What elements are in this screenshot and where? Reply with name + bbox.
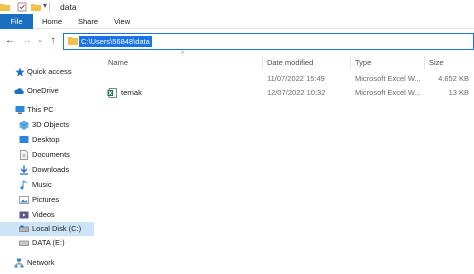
tab-share[interactable]: Share — [72, 14, 104, 29]
sidebar-item-onedrive[interactable]: OneDrive — [0, 84, 100, 98]
sidebar-item-network[interactable]: Network — [0, 256, 100, 270]
customize-toolbar-dropdown[interactable]: ▾ — [43, 1, 47, 10]
title-bar: ▾ data — [0, 0, 474, 14]
download-icon — [20, 165, 28, 175]
column-divider[interactable] — [350, 56, 351, 70]
drive-icon — [19, 225, 29, 232]
computer-icon — [15, 106, 25, 114]
cube-icon — [19, 120, 29, 130]
sidebar-item-label: Network — [27, 258, 55, 267]
sort-ascending-icon: ^ — [181, 51, 185, 58]
desktop-icon — [19, 136, 29, 143]
address-bar[interactable]: C:\Users\56848\data — [63, 33, 474, 50]
sidebar-item-label: This PC — [27, 105, 54, 114]
network-icon — [14, 258, 24, 268]
tab-view[interactable]: View — [108, 14, 136, 29]
sidebar-item-this-pc[interactable]: This PC — [0, 103, 100, 117]
sidebar-item-music[interactable]: Music — [0, 178, 100, 192]
forward-arrow-icon[interactable]: → — [21, 34, 33, 48]
sidebar-item-label: Music — [32, 180, 52, 189]
address-path[interactable]: C:\Users\56848\data — [79, 36, 152, 47]
cloud-icon — [14, 88, 24, 94]
pictures-icon — [19, 196, 29, 204]
sidebar-item-documents[interactable]: Documents — [0, 148, 100, 162]
star-icon — [15, 67, 25, 77]
sidebar-item-label: Quick access — [27, 67, 72, 76]
up-arrow-icon[interactable]: ↑ — [47, 34, 59, 48]
sidebar-item-data-e[interactable]: DATA (E:) — [0, 236, 100, 250]
sidebar-item-quick-access[interactable]: Quick access — [0, 65, 100, 79]
folder-icon — [0, 4, 10, 11]
properties-icon[interactable] — [17, 2, 27, 12]
recent-locations-icon[interactable]: ⌄ — [34, 34, 46, 48]
ribbon-tabs: File Home Share View — [0, 14, 474, 29]
column-divider[interactable] — [262, 56, 263, 70]
drive-icon — [19, 240, 29, 246]
tab-home[interactable]: Home — [36, 14, 68, 29]
column-header-name[interactable]: Name — [108, 54, 128, 72]
documents-icon — [20, 150, 28, 160]
back-arrow-icon[interactable]: ← — [4, 34, 16, 48]
sidebar-item-label: Downloads — [32, 165, 70, 174]
sidebar-item-3d-objects[interactable]: 3D Objects — [0, 118, 100, 132]
file-date-modified: 11/07/2022 15:49 — [267, 74, 325, 83]
folder-icon — [68, 37, 78, 45]
sidebar-item-label: Pictures — [32, 195, 60, 204]
sidebar-item-desktop[interactable]: Desktop — [0, 133, 100, 147]
videos-icon — [19, 211, 29, 219]
sidebar-item-pictures[interactable]: Pictures — [0, 193, 100, 207]
sidebar-item-local-disk-c[interactable]: Local Disk (C:) — [0, 222, 94, 236]
tab-file[interactable]: File — [0, 14, 33, 29]
file-name: ternak — [121, 88, 142, 97]
sidebar-item-label: Local Disk (C:) — [32, 224, 82, 233]
window-title: data — [60, 2, 77, 12]
sidebar-item-label: Documents — [32, 150, 70, 159]
file-row[interactable]: 11/07/2022 15:49 Microsoft Excel W... 4.… — [103, 72, 474, 86]
file-type: Microsoft Excel W... — [355, 74, 421, 83]
file-date-modified: 12/07/2022 10:32 — [267, 88, 326, 97]
navigation-pane: Quick access OneDrive This PC 3D Objects… — [0, 54, 100, 274]
column-header-size[interactable]: Size — [429, 54, 444, 72]
sidebar-item-downloads[interactable]: Downloads — [0, 163, 100, 177]
column-header-type[interactable]: Type — [355, 54, 371, 72]
music-icon — [20, 180, 27, 190]
new-folder-icon[interactable] — [31, 2, 41, 12]
sidebar-item-label: Desktop — [32, 135, 60, 144]
sidebar-item-label: DATA (E:) — [32, 238, 65, 247]
file-size: 13 KB — [448, 88, 469, 97]
sidebar-item-label: Videos — [32, 210, 55, 219]
file-type: Microsoft Excel W... — [355, 88, 421, 97]
title-separator — [49, 2, 50, 12]
column-header-date-modified[interactable]: Date modified — [267, 54, 313, 72]
file-row[interactable]: ternak 12/07/2022 10:32 Microsoft Excel … — [103, 86, 474, 100]
column-divider[interactable] — [424, 56, 425, 70]
file-size: 4.652 KB — [438, 74, 469, 83]
excel-file-icon — [107, 88, 117, 98]
sidebar-item-videos[interactable]: Videos — [0, 208, 100, 222]
navigation-bar: ← → ⌄ ↑ C:\Users\56848\data — [0, 30, 474, 52]
sidebar-item-label: OneDrive — [27, 86, 59, 95]
sidebar-item-label: 3D Objects — [32, 120, 70, 129]
